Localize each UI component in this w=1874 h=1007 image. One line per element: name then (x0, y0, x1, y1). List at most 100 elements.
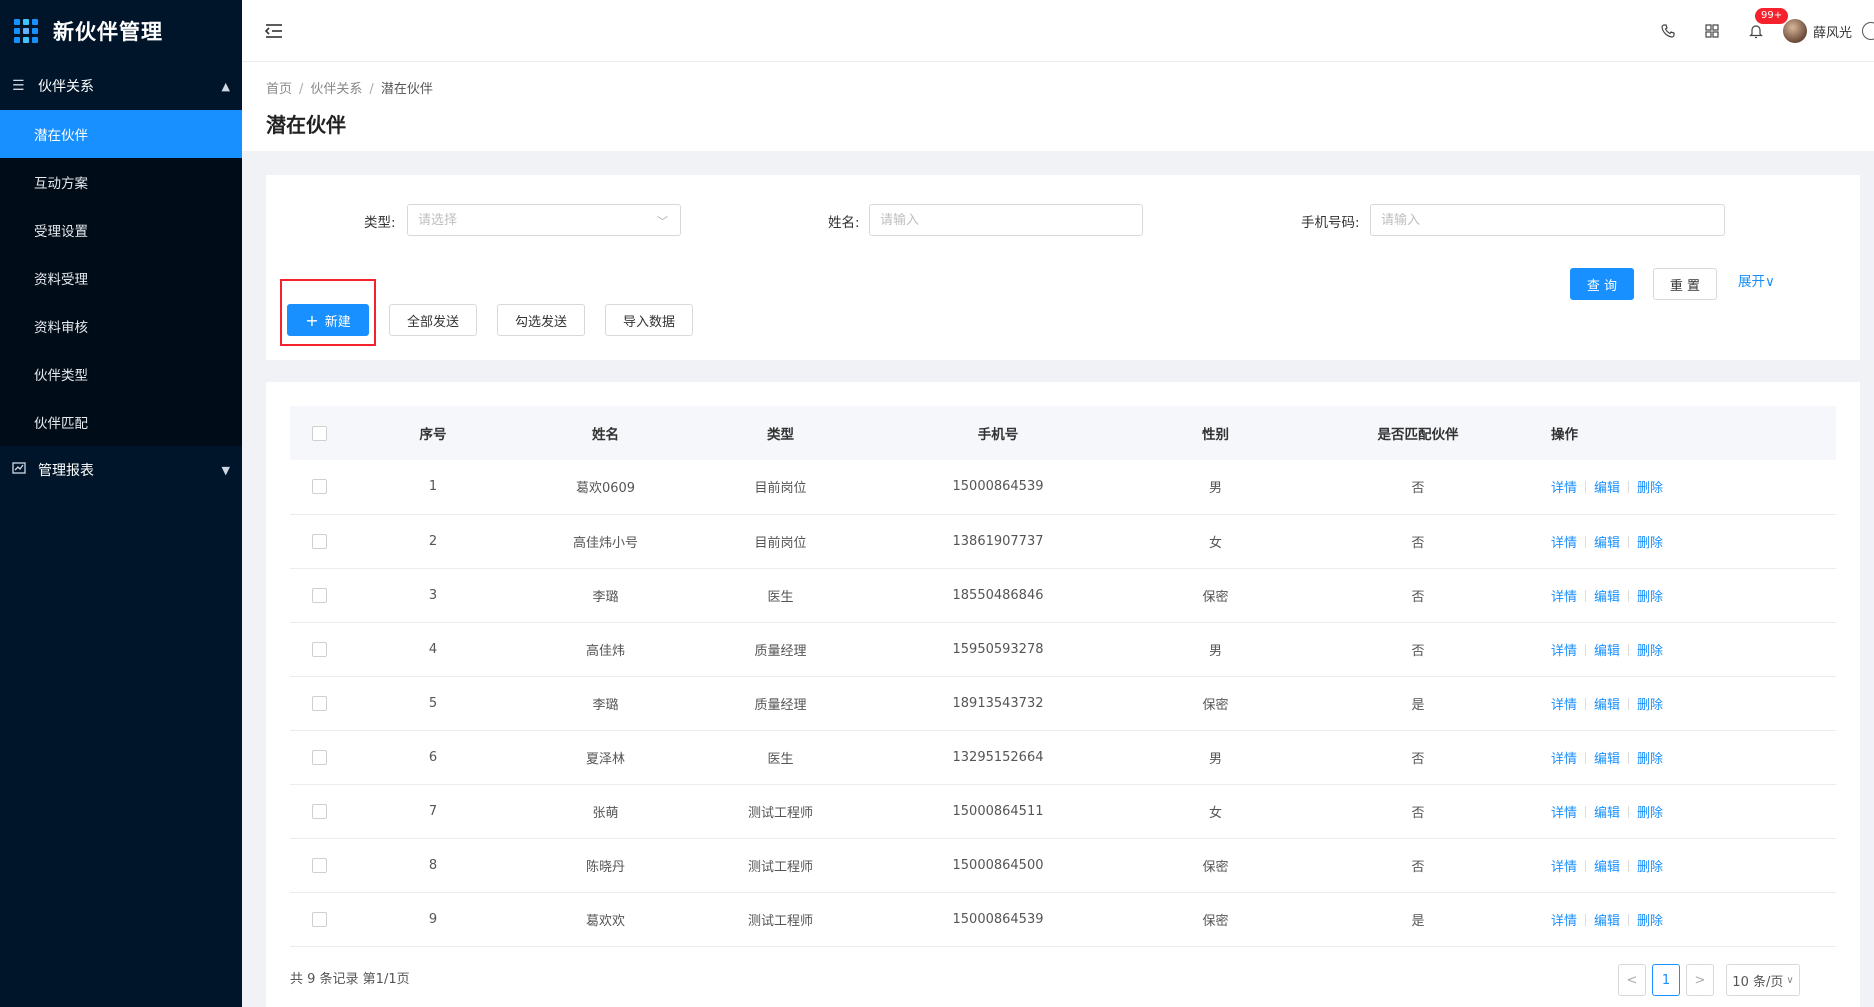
name-label: 姓名: (828, 215, 860, 231)
row-phone: 15000864511 (952, 803, 1044, 819)
row-gender: 女 (1208, 805, 1222, 821)
menu-fold-icon[interactable] (264, 21, 284, 41)
breadcrumb-partner-relations[interactable]: 伙伴关系 (310, 82, 362, 97)
row-checkbox[interactable] (311, 695, 327, 711)
delete-link[interactable]: 删除 (1637, 590, 1663, 605)
column-header: 类型 (767, 427, 794, 443)
app-grid-icon (14, 19, 38, 43)
detail-link[interactable]: 详情 (1551, 481, 1577, 496)
page-size-select[interactable]: 10 条/页 ∨ (1726, 964, 1800, 996)
detail-link[interactable]: 详情 (1551, 752, 1577, 767)
row-matched: 否 (1411, 589, 1425, 605)
select-all-checkbox[interactable] (311, 425, 327, 441)
query-button[interactable]: 查 询 (1570, 268, 1634, 300)
row-type: 测试工程师 (747, 859, 813, 875)
phone-field[interactable] (1370, 204, 1725, 236)
row-checkbox[interactable] (311, 749, 327, 765)
next-page-button[interactable]: > (1686, 964, 1714, 996)
grid-icon[interactable] (1703, 22, 1721, 40)
row-checkbox[interactable] (311, 641, 327, 657)
globe-icon[interactable] (1862, 22, 1874, 40)
row-select-cell (290, 676, 348, 730)
avatar[interactable] (1782, 19, 1807, 43)
row-select-cell (290, 622, 348, 676)
edit-link[interactable]: 编辑 (1594, 752, 1620, 767)
breadcrumb-home[interactable]: 首页 (266, 82, 292, 97)
expand-label: 展开 (1738, 274, 1765, 290)
row-select-cell (290, 838, 348, 892)
row-name: 高佳炜 (585, 643, 625, 659)
sidebar-item-acceptance-settings[interactable]: 受理设置 (0, 206, 242, 254)
detail-link[interactable]: 详情 (1551, 860, 1577, 875)
menu-group-partner-relations[interactable]: ☰ 伙伴关系 ▲ (0, 62, 242, 110)
divider (1628, 481, 1630, 494)
phone-input[interactable] (1381, 212, 1724, 228)
bell-icon[interactable]: 99+ (1747, 8, 1789, 40)
row-actions: 详情 编辑 删除 (1533, 460, 1836, 514)
column-header: 手机号 (977, 427, 1019, 443)
delete-link[interactable]: 删除 (1637, 914, 1663, 929)
type-select-input[interactable] (418, 212, 680, 228)
delete-link[interactable]: 删除 (1637, 698, 1663, 713)
detail-link[interactable]: 详情 (1551, 698, 1577, 713)
edit-link[interactable]: 编辑 (1594, 698, 1620, 713)
send-selected-button[interactable]: 勾选发送 (497, 304, 585, 336)
row-index: 9 (428, 911, 438, 927)
delete-link[interactable]: 删除 (1637, 481, 1663, 496)
row-checkbox[interactable] (311, 587, 327, 603)
delete-link[interactable]: 删除 (1637, 860, 1663, 875)
row-checkbox[interactable] (311, 479, 327, 495)
delete-link[interactable]: 删除 (1637, 644, 1663, 659)
edit-link[interactable]: 编辑 (1594, 860, 1620, 875)
import-data-button[interactable]: 导入数据 (605, 304, 693, 336)
row-checkbox[interactable] (311, 533, 327, 549)
send-all-button[interactable]: 全部发送 (389, 304, 477, 336)
column-header: 是否匹配伙伴 (1377, 427, 1459, 443)
row-name: 夏泽林 (585, 751, 625, 767)
table-header-row: 序号 姓名 类型 手机号 性别 是否匹配伙伴 操作 (290, 406, 1836, 460)
detail-link[interactable]: 详情 (1551, 914, 1577, 929)
username[interactable]: 薛风光 (1813, 22, 1852, 41)
edit-link[interactable]: 编辑 (1594, 536, 1620, 551)
sidebar-item-material-acceptance[interactable]: 资料受理 (0, 254, 242, 302)
edit-link[interactable]: 编辑 (1594, 644, 1620, 659)
sidebar-item-material-review[interactable]: 资料审核 (0, 302, 242, 350)
prev-page-button[interactable]: < (1618, 964, 1646, 996)
menu-group-management-reports[interactable]: 管理报表 ▼ (0, 446, 242, 494)
name-input[interactable] (880, 212, 1142, 228)
sidebar-item-partner-type[interactable]: 伙伴类型 (0, 350, 242, 398)
table-card: 序号 姓名 类型 手机号 性别 是否匹配伙伴 操作 1 葛欢0609 目前岗位 150… (266, 382, 1860, 1007)
type-select[interactable]: ﹀ (407, 204, 681, 236)
edit-link[interactable]: 编辑 (1594, 590, 1620, 605)
partner-table: 序号 姓名 类型 手机号 性别 是否匹配伙伴 操作 1 葛欢0609 目前岗位 150… (290, 406, 1836, 947)
detail-link[interactable]: 详情 (1551, 590, 1577, 605)
delete-link[interactable]: 删除 (1637, 806, 1663, 821)
detail-link[interactable]: 详情 (1551, 806, 1577, 821)
delete-link[interactable]: 删除 (1637, 752, 1663, 767)
row-select-cell (290, 514, 348, 568)
page-1-button[interactable]: 1 (1652, 964, 1680, 996)
row-checkbox[interactable] (311, 857, 327, 873)
row-actions: 详情 编辑 删除 (1533, 676, 1836, 730)
table-row: 8 陈晓丹 测试工程师 15000864500 保密 否 详情 编辑 删除 (290, 838, 1836, 892)
divider (1628, 805, 1630, 818)
edit-link[interactable]: 编辑 (1594, 806, 1620, 821)
row-checkbox[interactable] (311, 803, 327, 819)
row-actions: 详情 编辑 删除 (1533, 568, 1836, 622)
delete-link[interactable]: 删除 (1637, 536, 1663, 551)
expand-link[interactable]: 展开∨ (1738, 270, 1775, 290)
sidebar-item-interaction-plan[interactable]: 互动方案 (0, 158, 242, 206)
row-matched: 是 (1411, 913, 1425, 929)
chevron-down-icon: ▼ (221, 463, 230, 477)
edit-link[interactable]: 编辑 (1594, 481, 1620, 496)
detail-link[interactable]: 详情 (1551, 536, 1577, 551)
detail-link[interactable]: 详情 (1551, 644, 1577, 659)
row-checkbox[interactable] (311, 911, 327, 927)
sidebar-item-potential-partner[interactable]: 潜在伙伴 (0, 110, 242, 158)
phone-icon[interactable] (1659, 22, 1677, 40)
row-index: 7 (428, 803, 438, 819)
sidebar-item-partner-matching[interactable]: 伙伴匹配 (0, 398, 242, 446)
edit-link[interactable]: 编辑 (1594, 914, 1620, 929)
name-field[interactable] (869, 204, 1143, 236)
reset-button[interactable]: 重 置 (1653, 268, 1717, 300)
